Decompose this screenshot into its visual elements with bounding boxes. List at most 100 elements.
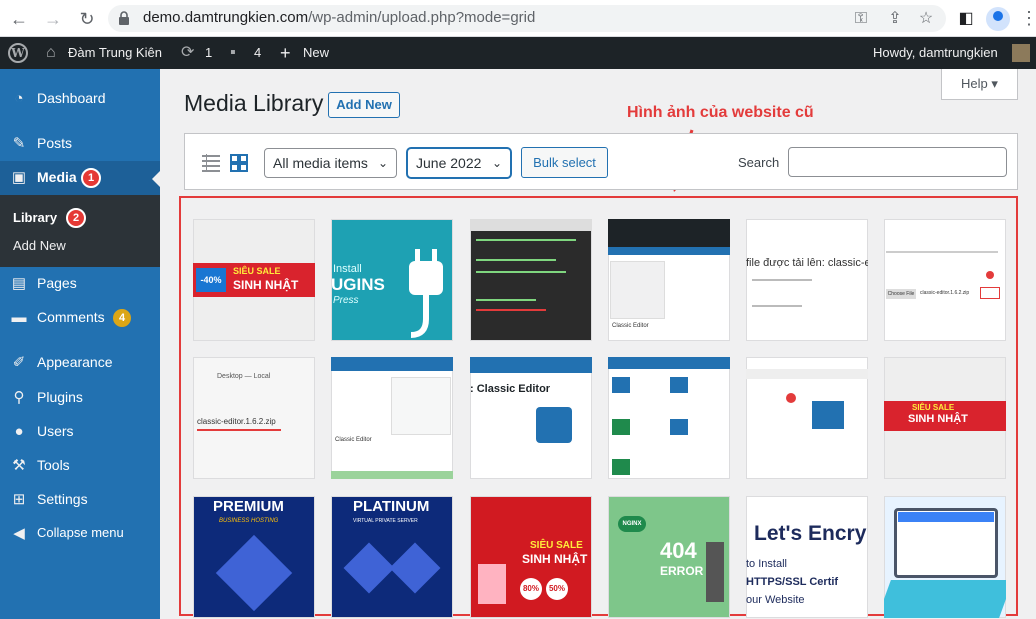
sidebar-item-label: Users bbox=[37, 423, 74, 439]
back-icon[interactable]: ← bbox=[8, 8, 30, 30]
thumb-text: Desktop — Local bbox=[217, 373, 271, 380]
sidebar-item-collapse[interactable]: ◀ Collapse menu bbox=[0, 517, 160, 551]
admin-sidebar: ◔ Dashboard ✎ Posts ▣ Media 1 Library 2 … bbox=[0, 69, 160, 619]
grid-view-icon[interactable] bbox=[230, 154, 248, 172]
sidebar-item-settings[interactable]: ⊞ Settings bbox=[0, 483, 160, 517]
brush-icon: ✐ bbox=[12, 354, 26, 371]
sidebar-item-posts[interactable]: ✎ Posts bbox=[0, 127, 160, 161]
users-icon: ● bbox=[14, 423, 24, 440]
media-type-filter[interactable]: All media items ⌄ bbox=[264, 148, 397, 178]
sidebar-item-appearance[interactable]: ✐ Appearance bbox=[0, 346, 160, 380]
settings-icon: ⊞ bbox=[12, 491, 26, 508]
add-new-button[interactable]: Add New bbox=[328, 92, 400, 118]
plug-icon bbox=[409, 249, 443, 338]
date-filter[interactable]: June 2022 ⌄ bbox=[407, 148, 511, 178]
sidebar-toggle-icon[interactable]: ◧ bbox=[955, 8, 977, 30]
thumb-text: Let's Encry bbox=[754, 522, 867, 545]
sidebar-item-label: Pages bbox=[37, 275, 77, 291]
wordpress-logo-icon[interactable]: W bbox=[8, 43, 28, 63]
url-host: demo.damtrungkien.com bbox=[143, 9, 309, 26]
media-thumbnail[interactable] bbox=[746, 357, 868, 479]
comments-count[interactable]: 4 bbox=[254, 37, 261, 69]
browser-toolbar: ← → ↻ demo.damtrungkien.com/wp-admin/upl… bbox=[0, 0, 1036, 37]
thumb-text: our Website bbox=[746, 594, 805, 606]
thumb-text: SINH NHẬT bbox=[233, 278, 299, 292]
sidebar-item-users[interactable]: ● Users bbox=[0, 415, 160, 449]
media-thumbnail[interactable]: Classic Editor bbox=[608, 219, 730, 341]
dashboard-icon: ◔ bbox=[14, 90, 24, 107]
sidebar-item-label: Media bbox=[37, 169, 77, 185]
media-thumbnail[interactable]: Choose File classic-editor.1.6.2.zip bbox=[884, 219, 1006, 341]
plugin-icon: ⚲ bbox=[13, 389, 25, 406]
pages-icon: ▤ bbox=[11, 275, 27, 292]
media-thumbnail[interactable]: PLATINUM VIRTUAL PRIVATE SERVER bbox=[331, 496, 453, 618]
sidebar-item-dashboard[interactable]: ◔ Dashboard bbox=[0, 82, 160, 116]
pin-icon: ✎ bbox=[12, 135, 26, 152]
help-tab[interactable]: Help ▾ bbox=[941, 69, 1018, 100]
sidebar-item-comments[interactable]: ▬ Comments 4 bbox=[0, 301, 160, 335]
thumb-text: HTTPS/SSL Certif bbox=[746, 576, 839, 588]
thumb-text: VIRTUAL PRIVATE SERVER bbox=[353, 518, 418, 524]
media-thumbnail[interactable]: : Classic Editor bbox=[470, 357, 592, 479]
media-thumbnail[interactable]: -40% SIÊU SALE SINH NHẬT bbox=[193, 219, 315, 341]
thumb-text: Install bbox=[333, 263, 362, 275]
media-thumbnail[interactable]: SIÊU SALE SINH NHẬT 80% 50% bbox=[470, 496, 592, 618]
media-thumbnail[interactable]: Let's Encry to Install HTTPS/SSL Certif … bbox=[746, 496, 868, 618]
list-view-icon[interactable] bbox=[202, 154, 220, 172]
step-badge: 2 bbox=[66, 208, 86, 228]
media-thumbnail[interactable] bbox=[470, 219, 592, 341]
submenu-add-new[interactable]: Add New bbox=[13, 238, 66, 253]
key-icon[interactable]: ⚿ bbox=[850, 8, 872, 30]
thumb-text: classic-editor.1.6.2.zip bbox=[197, 417, 276, 426]
media-toolbar: All media items ⌄ June 2022 ⌄ Bulk select … bbox=[184, 133, 1018, 190]
star-icon[interactable]: ☆ bbox=[915, 8, 937, 30]
chevron-down-icon: ⌄ bbox=[377, 156, 388, 170]
reload-icon[interactable]: ↻ bbox=[76, 8, 98, 30]
home-icon[interactable]: ⌂ bbox=[46, 37, 56, 69]
plus-icon[interactable]: + bbox=[280, 37, 291, 69]
thumb-text: ERROR bbox=[660, 564, 704, 578]
user-avatar[interactable] bbox=[1012, 44, 1030, 62]
sidebar-item-label: Settings bbox=[37, 491, 88, 507]
media-thumbnail[interactable]: file được tải lên: classic-editor. bbox=[746, 219, 868, 341]
updates-icon[interactable]: ⟳ bbox=[181, 37, 194, 69]
media-thumbnail[interactable] bbox=[884, 496, 1006, 618]
media-thumbnail[interactable]: PREMIUM BUSINESS HOSTING bbox=[193, 496, 315, 618]
chevron-down-icon: ⌄ bbox=[491, 156, 502, 170]
sidebar-item-label: Appearance bbox=[37, 354, 113, 370]
wp-admin-bar: W ⌂ Đàm Trung Kiên ⟳ 1 ▪ 4 + New Howdy, … bbox=[0, 37, 1036, 69]
sidebar-item-pages[interactable]: ▤ Pages bbox=[0, 267, 160, 301]
thumb-text: classic-editor.1.6.2.zip bbox=[920, 290, 970, 296]
comments-bubble-icon[interactable]: ▪ bbox=[230, 37, 236, 69]
media-thumbnail[interactable]: NGINX 404 ERROR bbox=[608, 496, 730, 618]
bulk-select-button[interactable]: Bulk select bbox=[521, 147, 608, 178]
sidebar-item-tools[interactable]: ⚒ Tools bbox=[0, 449, 160, 483]
site-name[interactable]: Đàm Trung Kiên bbox=[68, 37, 162, 69]
thumb-text: NGINX bbox=[618, 516, 646, 532]
share-icon[interactable]: ⇪ bbox=[884, 8, 906, 30]
media-thumbnail[interactable] bbox=[608, 357, 730, 479]
thumb-text: Classic Editor bbox=[612, 323, 649, 329]
howdy-user[interactable]: Howdy, damtrungkien bbox=[873, 37, 998, 69]
wrench-icon: ⚒ bbox=[12, 457, 26, 474]
updates-count[interactable]: 1 bbox=[205, 37, 212, 69]
comments-icon: ▬ bbox=[11, 309, 27, 326]
sidebar-item-label: Collapse menu bbox=[37, 525, 124, 540]
menu-dots-icon[interactable]: ⋮ bbox=[1020, 8, 1036, 29]
profile-avatar[interactable] bbox=[986, 7, 1010, 31]
sidebar-item-plugins[interactable]: ⚲ Plugins bbox=[0, 381, 160, 415]
thumb-text: Classic Editor bbox=[335, 437, 372, 443]
media-thumbnail[interactable]: SIÊU SALE SINH NHẬT bbox=[884, 357, 1006, 479]
media-thumbnail[interactable]: Classic Editor bbox=[331, 357, 453, 479]
thumb-text: SINH NHẬT bbox=[522, 552, 588, 566]
search-input[interactable] bbox=[788, 147, 1007, 177]
submenu-library[interactable]: Library bbox=[13, 210, 57, 225]
media-thumbnail[interactable]: Install UGINS Press bbox=[331, 219, 453, 341]
forward-icon[interactable]: → bbox=[42, 8, 64, 30]
sidebar-item-media[interactable]: ▣ Media 1 bbox=[0, 161, 160, 195]
media-thumbnail[interactable]: Desktop — Local classic-editor.1.6.2.zip bbox=[193, 357, 315, 479]
sidebar-item-label: Posts bbox=[37, 135, 73, 151]
thumb-text: BUSINESS HOSTING bbox=[219, 518, 279, 524]
new-menu[interactable]: New bbox=[303, 37, 329, 69]
thumb-text: SINH NHẬT bbox=[908, 413, 968, 425]
